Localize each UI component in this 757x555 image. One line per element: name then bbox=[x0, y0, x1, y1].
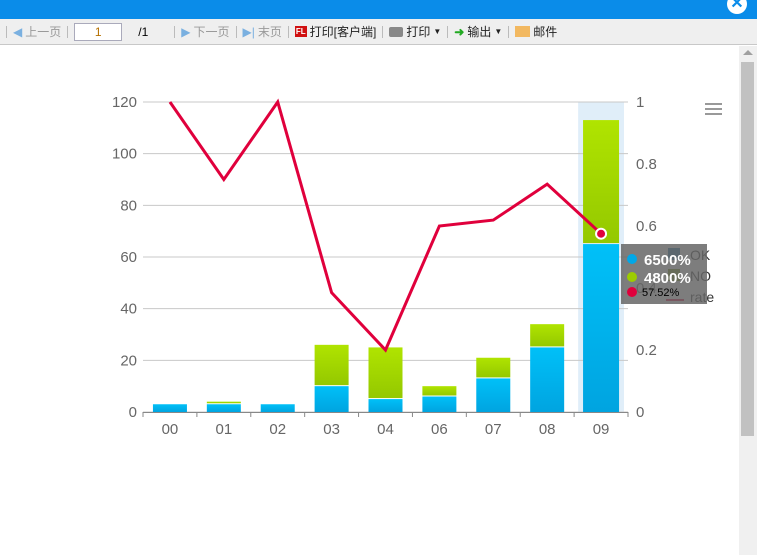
bar-no-04 bbox=[368, 347, 403, 399]
bar-ok-00 bbox=[152, 404, 187, 412]
last-page-button[interactable]: ▶| 末页 bbox=[243, 23, 282, 40]
mail-button[interactable]: 邮件 bbox=[515, 23, 557, 40]
tooltip-rate-marker bbox=[627, 287, 637, 297]
chevron-down-icon: ▼ bbox=[433, 27, 442, 36]
divider bbox=[174, 25, 176, 38]
scroll-up-icon[interactable] bbox=[743, 50, 753, 55]
y-tick-label: 60 bbox=[120, 249, 137, 266]
close-icon[interactable]: ✕ bbox=[727, 0, 747, 14]
prev-page-button[interactable]: ◀ 上一页 bbox=[13, 23, 61, 40]
bar-no-03 bbox=[314, 344, 349, 386]
chevron-down-icon: ▼ bbox=[494, 27, 503, 36]
divider bbox=[508, 25, 510, 38]
bar-no-01 bbox=[206, 401, 241, 404]
page-input[interactable] bbox=[74, 22, 123, 41]
bar-ok-08 bbox=[530, 347, 565, 412]
y-tick-label: 20 bbox=[120, 352, 137, 369]
bar-ok-02 bbox=[260, 404, 295, 412]
bar-ok-07 bbox=[476, 378, 511, 412]
divider bbox=[6, 25, 7, 38]
x-tick-label: 07 bbox=[485, 421, 502, 438]
divider bbox=[67, 25, 69, 38]
tooltip: 6500% 4800% 57.52% bbox=[621, 244, 707, 304]
bar-ok-09 bbox=[583, 244, 620, 412]
rate-line bbox=[168, 98, 603, 353]
tooltip-rate-value: 57.52% bbox=[642, 287, 680, 299]
print-client-button[interactable]: FL 打印[客户端] bbox=[294, 23, 377, 40]
tooltip-ok-value: 6500% bbox=[644, 252, 691, 269]
mail-icon bbox=[515, 26, 531, 37]
y-tick-label: 120 bbox=[112, 94, 137, 111]
y2-tick-label: 1 bbox=[636, 94, 644, 111]
y2-tick-label: 0.8 bbox=[636, 156, 657, 173]
bar-no-08 bbox=[530, 324, 565, 347]
y-tick-label: 80 bbox=[120, 197, 137, 214]
divider bbox=[287, 25, 289, 38]
x-tick-label: 02 bbox=[269, 421, 286, 438]
tooltip-no-value: 4800% bbox=[644, 270, 691, 287]
bar-no-06 bbox=[422, 386, 457, 396]
x-tick-label: 09 bbox=[593, 421, 610, 438]
next-icon: ▶ bbox=[181, 24, 191, 39]
flash-print-icon: FL bbox=[294, 26, 307, 37]
bar-ok-01 bbox=[206, 404, 241, 412]
print-client-label: 打印[客户端] bbox=[309, 25, 377, 39]
y2-tick-label: 0.6 bbox=[636, 218, 657, 235]
y-tick-label: 0 bbox=[129, 404, 137, 421]
bar-ok-04 bbox=[368, 399, 403, 412]
last-label: 末页 bbox=[257, 25, 282, 39]
y-tick-label: 40 bbox=[120, 301, 137, 318]
next-label: 下一页 bbox=[193, 25, 230, 39]
scrollbar-thumb[interactable] bbox=[741, 62, 754, 436]
mail-label: 邮件 bbox=[533, 25, 558, 39]
x-tick-label: 01 bbox=[215, 421, 232, 438]
export-button[interactable]: ➜ 输出 ▼ bbox=[454, 23, 502, 40]
vertical-scrollbar[interactable] bbox=[739, 46, 757, 555]
chart-menu-icon[interactable] bbox=[705, 103, 722, 115]
y2-tick-label: 0.2 bbox=[636, 342, 657, 359]
bar-no-09 bbox=[583, 120, 620, 244]
bar-ok-06 bbox=[422, 396, 457, 412]
report-toolbar: ◀上一页 /1 ▶下一页 ▶|末页 FL打印[客户端] 打印▼ ➜输出▼ 邮件 bbox=[0, 19, 757, 45]
page-total: /1 bbox=[138, 24, 149, 39]
tooltip-no-marker bbox=[627, 272, 637, 282]
print-label: 打印 bbox=[406, 25, 431, 39]
title-bar: ✕ bbox=[0, 0, 757, 19]
rate-point-09 bbox=[595, 227, 608, 240]
print-button[interactable]: 打印 ▼ bbox=[389, 23, 441, 40]
y-tick-label: 100 bbox=[112, 146, 137, 163]
x-tick-label: 06 bbox=[431, 421, 448, 438]
divider bbox=[235, 25, 237, 38]
y2-tick-label: 0 bbox=[636, 404, 644, 421]
chart: 02040608010012000.20.40.60.8100010203040… bbox=[112, 94, 722, 438]
export-label: 输出 bbox=[467, 25, 492, 39]
bar-no-07 bbox=[476, 357, 511, 378]
printer-icon bbox=[389, 26, 404, 37]
x-tick-label: 08 bbox=[539, 421, 556, 438]
export-icon: ➜ bbox=[454, 24, 465, 39]
divider bbox=[382, 25, 384, 38]
prev-label: 上一页 bbox=[25, 25, 62, 39]
divider bbox=[447, 25, 449, 38]
x-tick-label: 04 bbox=[377, 421, 394, 438]
tooltip-ok-marker bbox=[627, 254, 637, 264]
next-page-button[interactable]: ▶ 下一页 bbox=[181, 23, 229, 40]
last-icon: ▶| bbox=[242, 24, 255, 39]
bar-ok-03 bbox=[314, 386, 349, 412]
prev-icon: ◀ bbox=[13, 24, 23, 39]
x-tick-label: 03 bbox=[323, 421, 340, 438]
x-tick-label: 00 bbox=[162, 421, 179, 438]
